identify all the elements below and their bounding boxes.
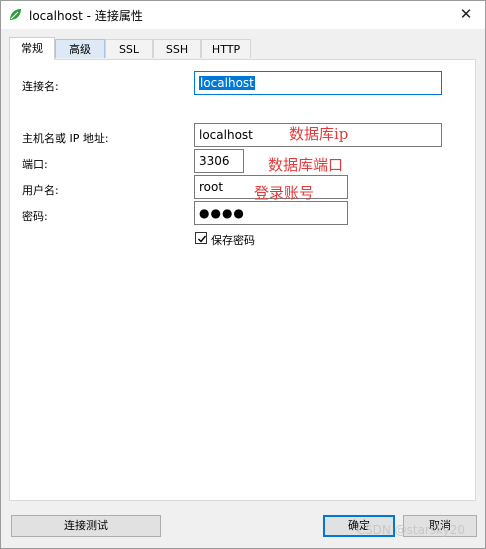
save-password-label: 保存密码 [211,234,255,247]
watermark: CSDN @starsky20 [356,523,465,537]
username-label: 用户名: [22,184,59,197]
host-annotation: 数据库ip [289,125,349,143]
port-annotation: 数据库端口 [268,156,344,174]
tab-advanced[interactable]: 高级 [55,39,105,58]
port-input[interactable]: 3306 [194,149,244,173]
tab-general[interactable]: 常规 [9,37,55,60]
port-label: 端口: [22,158,48,171]
connection-name-input[interactable]: localhost [194,71,442,95]
window-title: localhost - 连接属性 [29,9,143,23]
host-label: 主机名或 IP 地址: [22,132,109,145]
save-password-checkbox[interactable] [195,232,207,244]
close-button[interactable]: ✕ [457,5,475,23]
tab-ssl[interactable]: SSL [105,39,153,58]
test-connection-button[interactable]: 连接测试 [11,515,161,537]
password-label: 密码: [22,210,48,223]
connection-name-value: localhost [199,76,255,90]
general-tab-panel: 连接名: localhost 主机名或 IP 地址: localhost 数据库… [9,59,476,501]
tab-http[interactable]: HTTP [201,39,251,58]
checkmark-icon [198,235,207,243]
connection-name-label: 连接名: [22,80,59,93]
username-annotation: 登录账号 [254,184,315,202]
title-bar[interactable]: localhost - 连接属性 ✕ [1,1,485,29]
password-input[interactable]: ●●●● [194,201,348,225]
navicat-leaf-icon [7,7,23,23]
connection-properties-dialog: localhost - 连接属性 ✕ 常规 高级 SSL SSH HTTP 连接… [0,0,486,549]
tab-ssh[interactable]: SSH [153,39,201,58]
